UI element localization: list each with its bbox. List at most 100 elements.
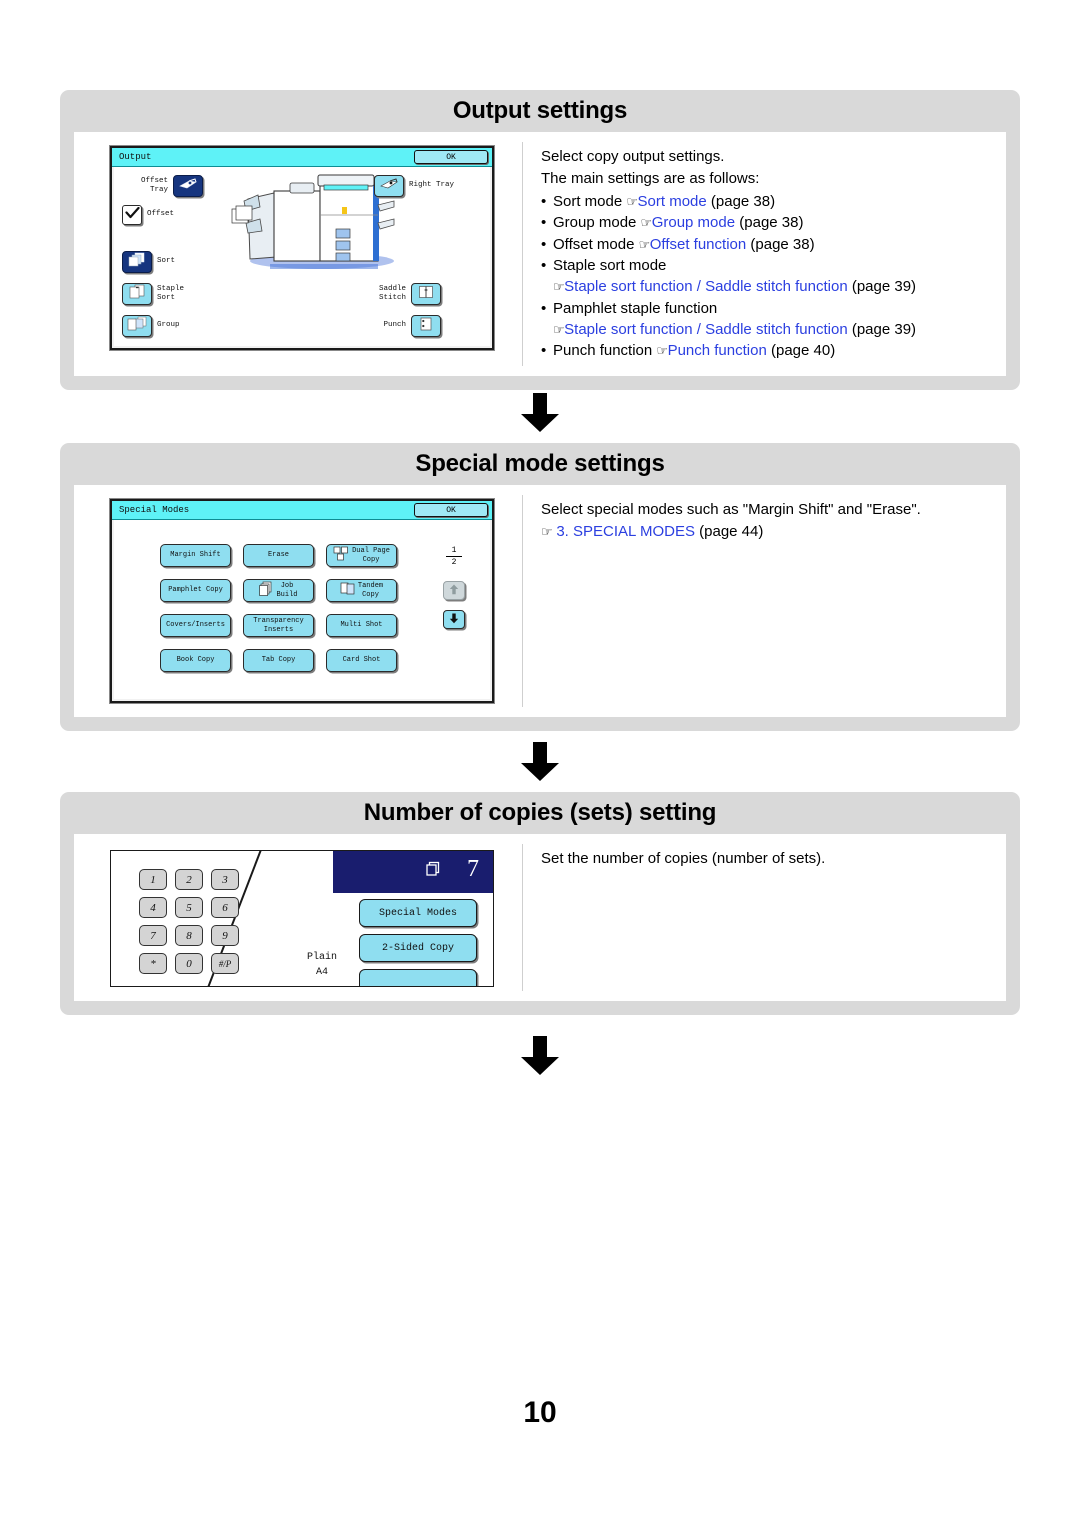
- key-5[interactable]: 5: [175, 897, 203, 918]
- button-partially-visible[interactable]: [359, 969, 477, 986]
- offset-tray-control[interactable]: Offset Tray: [126, 175, 203, 197]
- staple-sort-button[interactable]: [122, 283, 152, 305]
- button-label: Covers/Inserts: [166, 621, 225, 630]
- cross-reference-link[interactable]: Group mode: [652, 214, 735, 231]
- punch-control[interactable]: Punch: [364, 315, 441, 337]
- key-4[interactable]: 4: [139, 897, 167, 918]
- button-multi-shot[interactable]: Multi Shot: [326, 614, 397, 637]
- document-page: Output settings Output OK Offset Tray Of…: [0, 0, 1080, 1528]
- flow-arrow-down-2: [518, 742, 562, 782]
- paper-status: Plain A4: [307, 950, 337, 980]
- paper-size: A4: [316, 967, 329, 978]
- key-8[interactable]: 8: [175, 925, 203, 946]
- description-pane: Set the number of copies (number of sets…: [523, 834, 1006, 1001]
- desc-bullet-staple-sort-mode: • Staple sort mode: [541, 255, 990, 276]
- page-total: 2: [451, 558, 457, 567]
- right-tray-button[interactable]: [374, 175, 404, 197]
- copy-count-value: 7: [467, 856, 479, 882]
- pointing-hand-icon: ☞: [640, 216, 653, 232]
- button-book-copy[interactable]: Book Copy: [160, 649, 231, 672]
- bullet-dot: •: [541, 214, 547, 232]
- button-job-build[interactable]: Job Build: [243, 579, 314, 602]
- right-tray-control[interactable]: Right Tray: [374, 175, 454, 197]
- ok-button[interactable]: OK: [414, 150, 488, 164]
- page-up-button[interactable]: [443, 581, 465, 600]
- saddle-stitch-button[interactable]: [411, 283, 441, 305]
- page-down-button[interactable]: [443, 610, 465, 629]
- offset-tray-icon: [178, 177, 198, 195]
- output-description: Select copy output settings. The main se…: [541, 146, 990, 362]
- sort-button[interactable]: [122, 251, 152, 273]
- key-0[interactable]: 0: [175, 953, 203, 974]
- paper-type: Plain: [307, 952, 338, 963]
- key-2[interactable]: 2: [175, 869, 203, 890]
- key-asterisk[interactable]: *: [139, 953, 167, 974]
- punch-button[interactable]: [411, 315, 441, 337]
- key-6[interactable]: 6: [211, 897, 239, 918]
- page-ref: (page 38): [706, 192, 776, 210]
- key-9[interactable]: 9: [211, 925, 239, 946]
- button-pamphlet-copy[interactable]: Pamphlet Copy: [160, 579, 231, 602]
- tandem-copy-icon: [340, 581, 355, 599]
- section-special-mode-settings: Special mode settings Special Modes OK M…: [60, 443, 1020, 731]
- page-current: 1: [451, 546, 457, 555]
- saddle-stitch-icon: [418, 285, 434, 304]
- button-dual-page-copy[interactable]: Dual Page Copy: [326, 544, 397, 567]
- button-tandem-copy[interactable]: Tandem Copy: [326, 579, 397, 602]
- page-ref: (page 38): [735, 214, 804, 232]
- bullet-text: Group mode: [553, 214, 641, 232]
- lcd-titlebar: Special Modes OK: [112, 501, 492, 520]
- touch-buttons: Special Modes 2-Sided Copy: [359, 899, 477, 986]
- desc-line: Select special modes such as "Margin Shi…: [541, 501, 921, 518]
- offset-tray-button[interactable]: [173, 175, 203, 197]
- sort-control[interactable]: Sort: [122, 251, 175, 273]
- key-7[interactable]: 7: [139, 925, 167, 946]
- group-button[interactable]: [122, 315, 152, 337]
- cross-reference-link[interactable]: Staple sort function / Saddle stitch fun…: [564, 321, 848, 338]
- button-label: Pamphlet Copy: [168, 586, 223, 595]
- button-2-sided-copy[interactable]: 2-Sided Copy: [359, 934, 477, 962]
- key-hash-p[interactable]: #/P: [211, 953, 239, 974]
- section-body: Output OK Offset Tray Offset Sort Staple…: [60, 132, 1020, 390]
- bullet-text: Offset mode: [553, 235, 639, 253]
- screenshot-pane: Output OK Offset Tray Offset Sort Staple…: [74, 132, 522, 376]
- button-tab-copy[interactable]: Tab Copy: [243, 649, 314, 672]
- key-1[interactable]: 1: [139, 869, 167, 890]
- offset-checkbox-control[interactable]: Offset: [122, 205, 174, 225]
- group-label: Group: [157, 321, 180, 330]
- cross-reference-link[interactable]: Offset function: [650, 236, 746, 253]
- button-label: Tandem Copy: [357, 582, 384, 599]
- desc-bullet-punch-function: • Punch function ☞Punch function (page 4…: [541, 340, 990, 361]
- bullet-dot: •: [541, 192, 547, 210]
- page-ref: (page 38): [746, 235, 815, 253]
- section-header: Number of copies (sets) setting: [60, 792, 1020, 834]
- cross-reference-link[interactable]: Punch function: [668, 342, 767, 359]
- bullet-text: Sort mode: [553, 192, 627, 210]
- section-body: Special Modes OK Margin Shift Erase Dual…: [60, 485, 1020, 731]
- page-ref: (page 40): [766, 342, 836, 360]
- saddle-stitch-control[interactable]: Saddle Stitch: [364, 283, 441, 305]
- button-erase[interactable]: Erase: [243, 544, 314, 567]
- cross-reference-link[interactable]: 3. SPECIAL MODES: [556, 523, 695, 540]
- page-indicator: 1 2: [430, 546, 478, 567]
- key-3[interactable]: 3: [211, 869, 239, 890]
- special-modes-description: Select special modes such as "Margin Shi…: [541, 499, 990, 543]
- cross-reference-link[interactable]: Sort mode: [638, 193, 707, 210]
- button-covers-inserts[interactable]: Covers/Inserts: [160, 614, 231, 637]
- staple-sort-control[interactable]: Staple Sort: [122, 283, 184, 305]
- sort-label: Sort: [157, 257, 176, 266]
- bullet-dot: •: [541, 256, 547, 274]
- sort-icon: [127, 252, 147, 272]
- bullet-dot: •: [541, 235, 547, 253]
- button-transparency-inserts[interactable]: Transparency Inserts: [243, 614, 314, 637]
- group-control[interactable]: Group: [122, 315, 180, 337]
- cross-reference-link[interactable]: Staple sort function / Saddle stitch fun…: [564, 278, 848, 295]
- offset-checkbox[interactable]: [122, 205, 142, 225]
- button-margin-shift[interactable]: Margin Shift: [160, 544, 231, 567]
- page-ref: (page 39): [847, 278, 917, 296]
- ok-button[interactable]: OK: [414, 503, 488, 517]
- button-special-modes[interactable]: Special Modes: [359, 899, 477, 927]
- description-pane: Select special modes such as "Margin Shi…: [523, 485, 1006, 717]
- section-number-of-copies: Number of copies (sets) setting 7 1 2 3 …: [60, 792, 1020, 1015]
- button-card-shot[interactable]: Card Shot: [326, 649, 397, 672]
